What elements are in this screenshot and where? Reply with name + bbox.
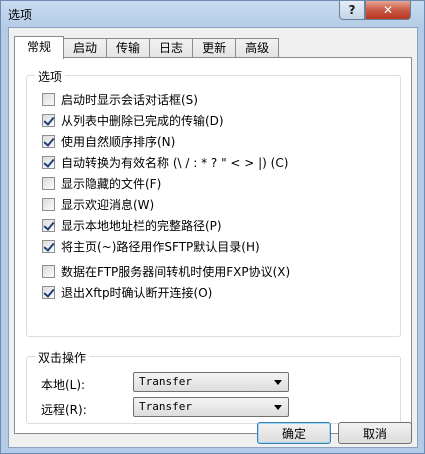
window-title: 选项 xyxy=(8,8,33,22)
option-label: 启动时显示会话对话框(S) xyxy=(61,92,198,107)
remote-action-select[interactable]: Transfer xyxy=(133,397,289,417)
options-group-title: 选项 xyxy=(35,68,66,85)
options-dialog: 选项 ? ✕ 常规 启动 传输 日志 更新 高级 选项 启动时显示会话对话框(S… xyxy=(0,0,425,454)
tab-update[interactable]: 更新 xyxy=(193,38,237,58)
option-home-as-sftp-default[interactable]: 将主页(~)路径用作SFTP默认目录(H) xyxy=(42,238,260,254)
tab-general[interactable]: 常规 xyxy=(14,36,65,59)
option-label: 使用自然顺序排序(N) xyxy=(61,134,176,149)
cancel-button[interactable]: 取消 xyxy=(338,422,412,444)
remote-label: 远程(R): xyxy=(41,403,87,417)
option-label: 显示本地地址栏的完整路径(P) xyxy=(61,218,222,233)
checkbox-8[interactable] xyxy=(42,264,55,278)
option-label: 退出Xftp时确认断开连接(O) xyxy=(61,285,213,300)
remote-action-value: Transfer xyxy=(139,400,192,413)
general-tab-panel: 选项 启动时显示会话对话框(S) 从列表中删除已完成的传输(D) 使用自然顺序排… xyxy=(14,57,412,434)
option-use-fxp[interactable]: 数据在FTP服务器间转机时使用FXP协议(X) xyxy=(42,263,290,279)
option-show-welcome-message[interactable]: 显示欢迎消息(W) xyxy=(42,196,154,212)
checkbox-4[interactable] xyxy=(42,176,55,190)
local-action-select[interactable]: Transfer xyxy=(133,372,289,392)
chevron-down-icon xyxy=(274,380,282,385)
option-confirm-disconnect-on-exit[interactable]: 退出Xftp时确认断开连接(O) xyxy=(42,284,212,300)
option-label: 显示隐藏的文件(F) xyxy=(61,176,162,191)
option-show-hidden-files[interactable]: 显示隐藏的文件(F) xyxy=(42,175,161,191)
option-show-session-dialog[interactable]: 启动时显示会话对话框(S) xyxy=(42,91,198,107)
dialog-body: 常规 启动 传输 日志 更新 高级 选项 启动时显示会话对话框(S) 从列表中删… xyxy=(8,27,418,448)
option-full-local-path[interactable]: 显示本地地址栏的完整路径(P) xyxy=(42,217,222,233)
help-button[interactable]: ? xyxy=(339,1,365,20)
local-action-value: Transfer xyxy=(139,375,192,388)
tab-strip: 常规 启动 传输 日志 更新 高级 xyxy=(14,36,280,59)
checkbox-9[interactable] xyxy=(42,285,55,299)
option-natural-sort[interactable]: 使用自然顺序排序(N) xyxy=(42,133,175,149)
options-group: 选项 启动时显示会话对话框(S) 从列表中删除已完成的传输(D) 使用自然顺序排… xyxy=(26,68,401,337)
tab-startup[interactable]: 启动 xyxy=(64,38,108,58)
checkbox-2[interactable] xyxy=(42,134,55,148)
ok-button[interactable]: 确定 xyxy=(257,422,331,444)
close-button[interactable]: ✕ xyxy=(365,1,411,20)
checkbox-1[interactable] xyxy=(42,113,55,127)
double-click-group: 双击操作 本地(L): Transfer 远程(R): Transfer xyxy=(26,349,401,424)
option-remove-completed-transfers[interactable]: 从列表中删除已完成的传输(D) xyxy=(42,112,224,128)
option-label: 自动转换为有效名称 (\ / : * ? " < > |) (C) xyxy=(61,155,289,170)
double-click-group-title: 双击操作 xyxy=(35,349,90,366)
tab-advanced[interactable]: 高级 xyxy=(236,38,280,58)
checkbox-3[interactable] xyxy=(42,155,55,169)
option-label: 从列表中删除已完成的传输(D) xyxy=(61,113,224,128)
tab-log[interactable]: 日志 xyxy=(150,38,194,58)
checkbox-0[interactable] xyxy=(42,92,55,106)
title-bar[interactable]: 选项 ? ✕ xyxy=(1,1,424,27)
checkbox-7[interactable] xyxy=(42,239,55,253)
chevron-down-icon xyxy=(274,405,282,410)
tab-transfer[interactable]: 传输 xyxy=(107,38,151,58)
option-label: 将主页(~)路径用作SFTP默认目录(H) xyxy=(61,239,260,254)
option-convert-valid-names[interactable]: 自动转换为有效名称 (\ / : * ? " < > |) (C) xyxy=(42,154,288,170)
checkbox-6[interactable] xyxy=(42,218,55,232)
checkbox-5[interactable] xyxy=(42,197,55,211)
local-label: 本地(L): xyxy=(41,378,86,392)
option-label: 显示欢迎消息(W) xyxy=(61,197,155,212)
option-label: 数据在FTP服务器间转机时使用FXP协议(X) xyxy=(61,264,291,279)
